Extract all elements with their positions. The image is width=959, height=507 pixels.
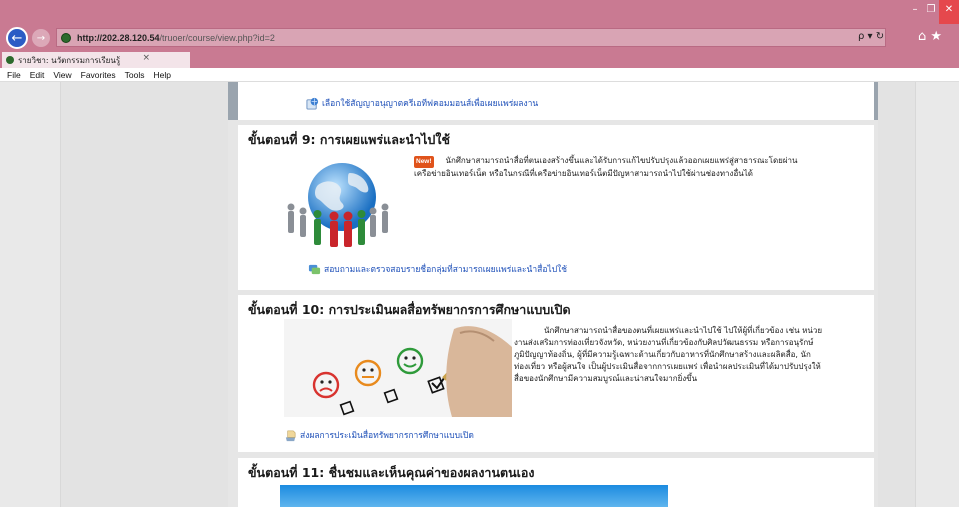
forward-button[interactable]: → (32, 29, 50, 47)
menu-edit[interactable]: Edit (30, 70, 45, 80)
section-9-title: ขั้นตอนที่ 9: การเผยแพร่และนำไปใช้ (248, 132, 450, 147)
arrow-left-icon: ← (11, 30, 23, 46)
menu-view[interactable]: View (53, 70, 71, 80)
page-viewport: เลือกใช้สัญญาอนุญาตครีเอทีฟคอมมอนส์เพื่อ… (0, 82, 959, 507)
section-10-text: นักศึกษาสามารถนำสื่อของตนที่เผยแพร่และนำ… (514, 325, 864, 385)
site-favicon-icon (61, 32, 71, 43)
section-10-link-text: ส่งผลการประเมินสื่อทรัพยากรการศึกษาแบบเป… (300, 431, 474, 441)
cc-license-link[interactable]: เลือกใช้สัญญาอนุญาตครีเอทีฟคอมมอนส์เพื่อ… (306, 96, 538, 110)
section-10: ขั้นตอนที่ 10: การประเมินผลสื่อทรัพยากรก… (238, 295, 874, 452)
menu-help[interactable]: Help (153, 70, 170, 80)
section-10-line-5: สื่อของนักศึกษามีความสมบูรณ์และน่าสนใจมา… (514, 374, 698, 383)
section-10-title: ขั้นตอนที่ 10: การประเมินผลสื่อทรัพยากรก… (248, 302, 571, 317)
section-9-line-1: นักศึกษาสามารถนำสื่อที่ตนเองสร้างขึ้นและ… (445, 156, 798, 165)
navigation-bar: ← → http://202.28.120.54/truoer/course/v… (0, 24, 959, 52)
section-9-line-2: เครือข่ายอินเทอร์เน็ต หรือในกรณีที่เครือ… (414, 169, 753, 178)
section-11-title: ขั้นตอนที่ 11: ชื่นชมและเห็นคุณค่าของผลง… (248, 465, 535, 480)
section-9-link[interactable]: สอบถามและตรวจสอบรายชื่อกลุ่มที่สามารถเผย… (308, 262, 567, 276)
menu-file[interactable]: File (7, 70, 21, 80)
tab-favicon-icon (6, 56, 14, 64)
tab-strip: รายวิชา: นวัตกรรมการเรียนรู้ × (0, 52, 959, 68)
section-8-tail: เลือกใช้สัญญาอนุญาตครีเอทีฟคอมมอนส์เพื่อ… (238, 82, 874, 120)
section-9-text: New! นักศึกษาสามารถนำสื่อที่ตนเองสร้างขึ้… (414, 155, 854, 180)
section-10-line-3: ภูมิปัญญาท้องถิ่น, ผู้ที่มีความรู้เฉพาะด… (514, 350, 811, 359)
right-column (878, 82, 916, 507)
address-bar[interactable]: http://202.28.120.54/truoer/course/view.… (56, 28, 886, 47)
maximize-button[interactable]: ❐ (923, 0, 939, 24)
minimize-button[interactable]: – (907, 0, 923, 24)
section-10-link[interactable]: ส่งผลการประเมินสื่อทรัพยากรการศึกษาแบบเป… (284, 428, 474, 442)
section-10-line-1: นักศึกษาสามารถนำสื่อของตนที่เผยแพร่และนำ… (544, 326, 822, 335)
section-11: ขั้นตอนที่ 11: ชื่นชมและเห็นคุณค่าของผลง… (238, 458, 874, 507)
new-badge: New! (414, 156, 434, 168)
globe-people-image (287, 163, 389, 247)
search-refresh-icons[interactable]: ρ ▾ ↻ (858, 31, 884, 42)
tab-close-icon[interactable]: × (142, 53, 150, 63)
url-host: http://202.28.120.54 (77, 32, 160, 43)
menu-bar: File Edit View Favorites Tools Help (0, 68, 959, 82)
close-window-button[interactable]: ✕ (939, 0, 959, 24)
home-favorites-icons[interactable]: ⌂ ★ (918, 29, 942, 44)
cc-license-link-text: เลือกใช้สัญญาอนุญาตครีเอทีฟคอมมอนส์เพื่อ… (322, 99, 539, 109)
section-9: ขั้นตอนที่ 9: การเผยแพร่และนำไปใช้ New! … (238, 125, 874, 290)
window-controls: – ❐ ✕ (907, 0, 959, 24)
window-title-bar: – ❐ ✕ (0, 0, 959, 24)
forum-icon (308, 264, 321, 274)
left-column (60, 82, 228, 507)
section-9-link-text: สอบถามและตรวจสอบรายชื่อกลุ่มที่สามารถเผย… (324, 265, 568, 275)
arrow-right-icon: → (36, 32, 46, 44)
section-10-line-4: ท่องเที่ยว หรือผู้สนใจ เป็นผู้ประเมินสื่… (514, 362, 821, 371)
tab-title: รายวิชา: นวัตกรรมการเรียนรู้ (18, 55, 121, 65)
assignment-upload-icon (285, 430, 296, 441)
section-10-line-2: งานส่งเสริมการท่องเที่ยวจังหวัด, หน่วยงา… (514, 338, 814, 347)
globe-link-icon (306, 97, 319, 110)
tab-course[interactable]: รายวิชา: นวัตกรรมการเรียนรู้ × (2, 52, 190, 68)
back-button[interactable]: ← (6, 27, 28, 49)
menu-favorites[interactable]: Favorites (81, 70, 116, 80)
menu-tools[interactable]: Tools (125, 70, 145, 80)
section-11-banner-image (280, 485, 668, 507)
evaluation-faces-image (284, 319, 512, 417)
url-path: /truoer/course/view.php?id=2 (159, 32, 275, 43)
